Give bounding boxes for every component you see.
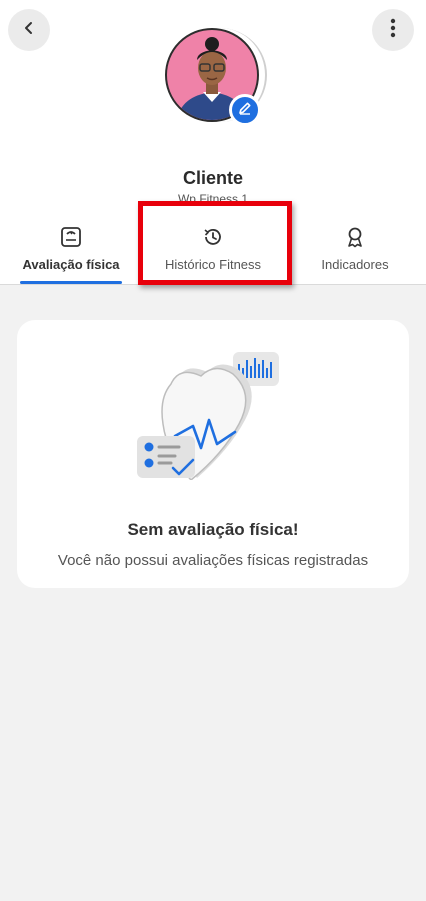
- tab-label: Indicadores: [321, 257, 389, 272]
- edit-avatar-button[interactable]: [229, 94, 261, 126]
- award-icon: [344, 225, 366, 249]
- tab-label: Avaliação física: [22, 257, 120, 272]
- back-button[interactable]: [8, 9, 50, 51]
- scale-icon: [60, 225, 82, 249]
- empty-state-title: Sem avaliação física!: [127, 520, 299, 539]
- avatar-container: [165, 28, 267, 128]
- pencil-icon: [238, 101, 252, 120]
- tab-avaliacao-fisica[interactable]: Avaliação física: [0, 218, 142, 285]
- highlight-annotation: [138, 201, 292, 285]
- tab-indicadores[interactable]: Indicadores: [284, 218, 426, 285]
- chevron-left-icon: [21, 20, 37, 41]
- empty-state-illustration: [135, 350, 285, 482]
- more-options-button[interactable]: [372, 9, 414, 51]
- empty-state-description: Você não possui avaliações físicas regis…: [57, 552, 369, 569]
- client-name: Cliente: [182, 168, 243, 188]
- more-vertical-icon: [390, 18, 396, 43]
- empty-state-card: Sem avaliação física! Você não possui av…: [17, 320, 409, 588]
